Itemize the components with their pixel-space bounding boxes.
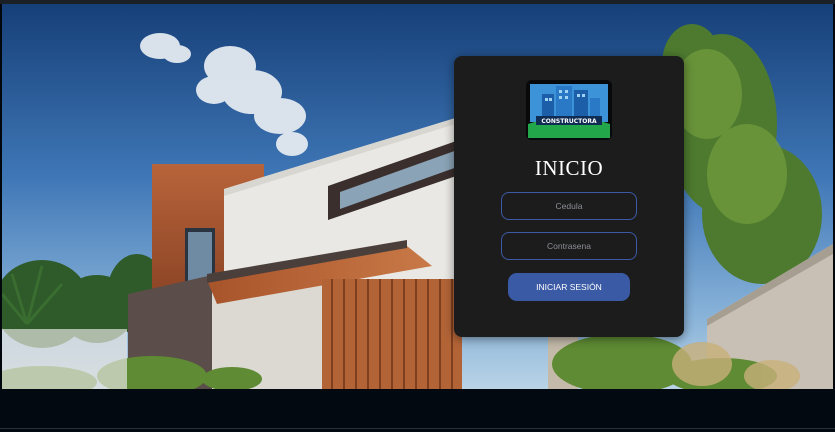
background-house-image [2,4,833,389]
login-button[interactable]: INICIAR SESIÓN [508,273,630,301]
bottom-divider [0,428,835,429]
password-field[interactable] [501,232,637,260]
login-card: CONSTRUCTORA INICIO INICIAR SESIÓN [454,56,684,337]
company-logo: CONSTRUCTORA [526,80,612,140]
bottom-bar [0,389,835,432]
house-illustration [2,4,833,389]
logo-text: CONSTRUCTORA [541,118,597,125]
page-title: INICIO [534,156,604,180]
building-logo-icon: CONSTRUCTORA [526,80,612,140]
cedula-field[interactable] [501,192,637,220]
page: CONSTRUCTORA INICIO INICIAR SESIÓN [0,0,835,432]
